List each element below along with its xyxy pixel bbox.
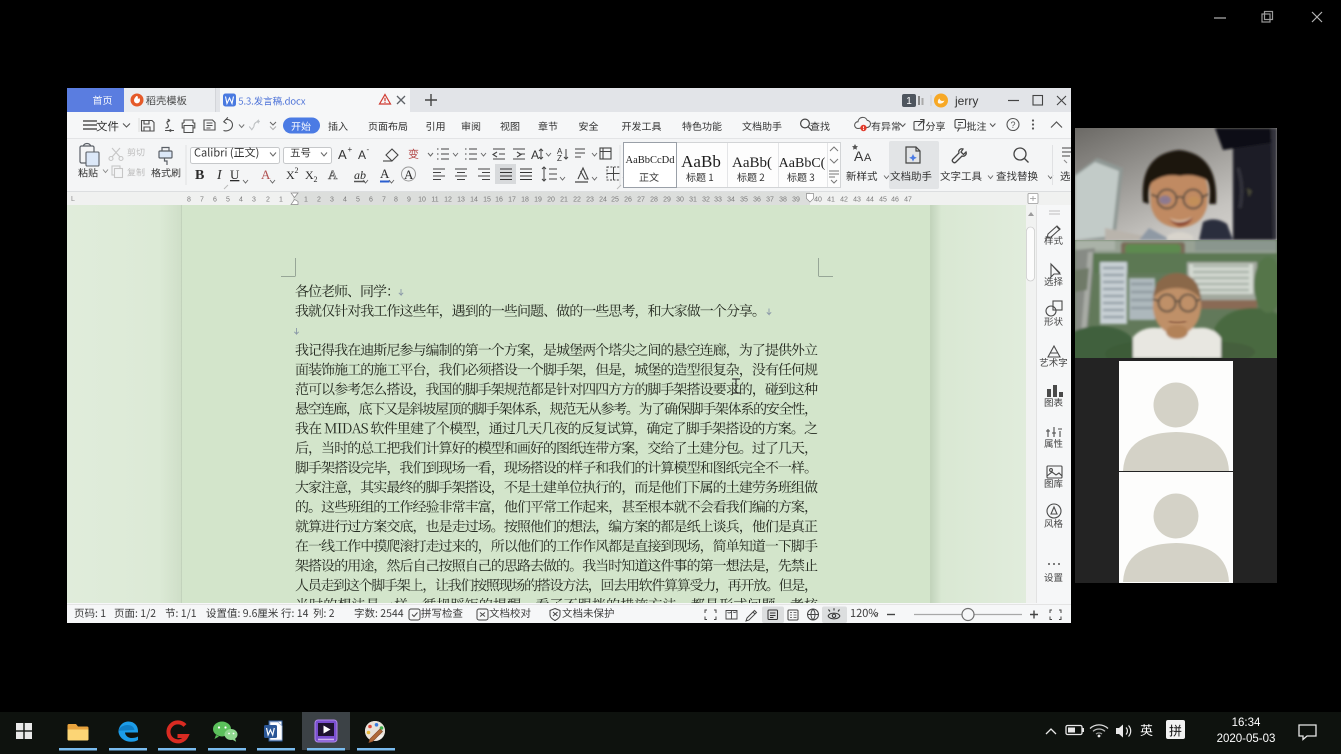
svg-text:39: 39: [792, 197, 800, 204]
svg-text:32: 32: [702, 197, 710, 204]
svg-text:2: 2: [295, 166, 299, 175]
svg-text:11: 11: [431, 197, 438, 204]
svg-text:A: A: [380, 166, 390, 181]
svg-text:1: 1: [279, 197, 283, 204]
svg-text:41: 41: [827, 197, 835, 204]
svg-text:46: 46: [891, 197, 899, 204]
svg-text:26: 26: [624, 197, 632, 204]
svg-text:1: 1: [906, 96, 912, 107]
svg-text:36: 36: [753, 197, 761, 204]
svg-text:ab: ab: [354, 168, 366, 182]
svg-text:2: 2: [266, 197, 270, 204]
svg-text:17: 17: [508, 197, 516, 204]
svg-text:A: A: [261, 167, 271, 182]
svg-text:30: 30: [676, 197, 684, 204]
svg-text:18: 18: [521, 197, 529, 204]
svg-text:jerry: jerry: [954, 94, 978, 108]
svg-text:Z: Z: [557, 154, 562, 163]
svg-text:8: 8: [187, 197, 191, 204]
svg-text:16: 16: [495, 197, 503, 204]
svg-text:-: -: [367, 145, 370, 154]
svg-text:B: B: [195, 168, 204, 183]
svg-text:42: 42: [840, 197, 848, 204]
svg-text:3: 3: [252, 197, 256, 204]
svg-text:14: 14: [470, 197, 478, 204]
svg-text:4: 4: [239, 197, 243, 204]
svg-text:23: 23: [586, 197, 594, 204]
svg-text:44: 44: [866, 197, 874, 204]
svg-text:+: +: [348, 145, 353, 154]
svg-text:13: 13: [457, 197, 465, 204]
svg-text:38: 38: [779, 197, 787, 204]
svg-text:15: 15: [483, 197, 491, 204]
svg-text:47: 47: [904, 197, 912, 204]
svg-text:AaBbCcDd: AaBbCcDd: [626, 155, 676, 166]
svg-text:A: A: [358, 148, 366, 162]
svg-text:40: 40: [814, 197, 822, 204]
svg-text:AaBbC(: AaBbC(: [779, 156, 826, 171]
svg-text:4: 4: [343, 197, 347, 204]
svg-text:3: 3: [330, 197, 334, 204]
svg-text:19: 19: [534, 197, 542, 204]
svg-text:2: 2: [317, 197, 321, 204]
svg-text:?: ?: [1010, 120, 1015, 130]
svg-text:1: 1: [304, 197, 308, 204]
svg-text:5: 5: [226, 197, 230, 204]
svg-text:I: I: [216, 168, 223, 183]
svg-text:37: 37: [766, 197, 774, 204]
svg-text:6: 6: [369, 197, 373, 204]
svg-text:2: 2: [314, 175, 318, 184]
svg-text:45: 45: [879, 197, 887, 204]
svg-text:25: 25: [611, 197, 619, 204]
svg-text:A: A: [531, 148, 539, 162]
svg-text:43: 43: [853, 197, 861, 204]
svg-text:24: 24: [599, 197, 607, 204]
svg-text:5: 5: [356, 197, 360, 204]
svg-text:31: 31: [689, 197, 697, 204]
svg-text:28: 28: [650, 197, 658, 204]
svg-text:AaBb: AaBb: [681, 152, 721, 171]
svg-text:A: A: [864, 152, 872, 164]
svg-text:A: A: [328, 167, 338, 182]
svg-text:U: U: [230, 167, 240, 182]
svg-text:A: A: [854, 148, 864, 164]
svg-text:12: 12: [444, 197, 452, 204]
svg-text:10: 10: [418, 197, 426, 204]
svg-text:7: 7: [382, 197, 386, 204]
svg-text:33: 33: [714, 197, 722, 204]
svg-text:21: 21: [560, 197, 568, 204]
svg-text:AaBb(: AaBb(: [732, 155, 772, 171]
svg-text:9: 9: [407, 197, 411, 204]
svg-text:35: 35: [740, 197, 748, 204]
svg-text:29: 29: [663, 197, 671, 204]
svg-text:6: 6: [213, 197, 217, 204]
svg-text:8: 8: [394, 197, 398, 204]
svg-text:22: 22: [573, 197, 581, 204]
svg-text:34: 34: [727, 197, 735, 204]
svg-text:A: A: [338, 147, 347, 162]
svg-text:L: L: [71, 196, 75, 203]
svg-text:27: 27: [637, 197, 645, 204]
svg-text:7: 7: [200, 197, 204, 204]
svg-text:20: 20: [547, 197, 555, 204]
